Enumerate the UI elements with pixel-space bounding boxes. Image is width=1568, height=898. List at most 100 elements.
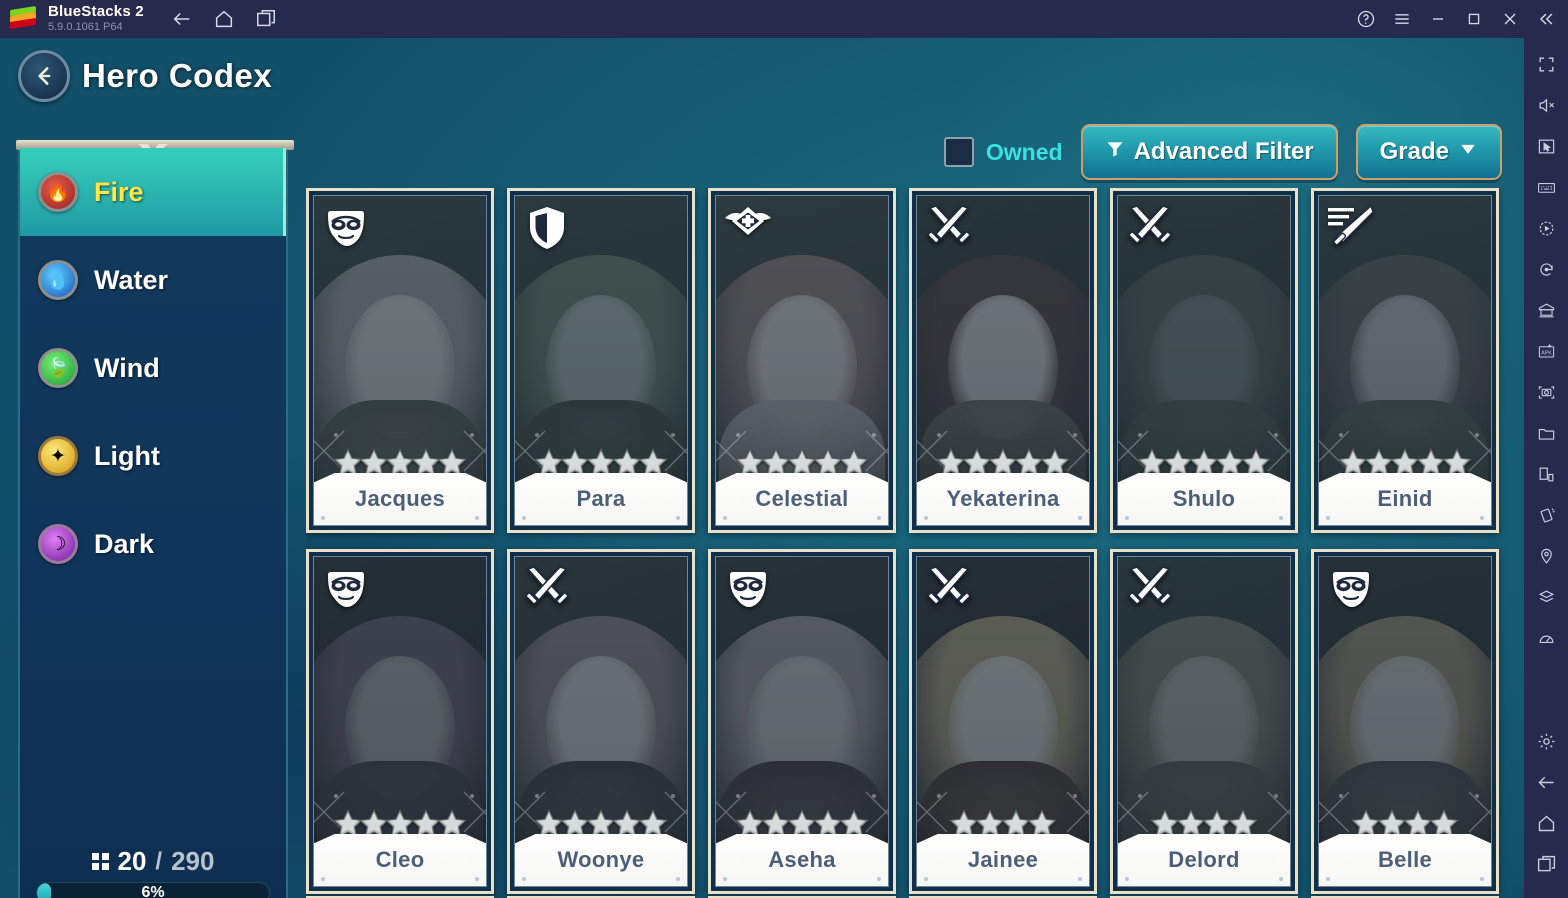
sidebar-item-dark[interactable]: ☽ Dark — [20, 500, 286, 588]
winged-cross-icon — [722, 202, 774, 254]
hero-card[interactable]: Woonye — [507, 549, 695, 894]
hero-card[interactable]: Yekaterina — [909, 188, 1097, 533]
hero-card[interactable]: Delord — [1110, 549, 1298, 894]
filter-bar: Owned Advanced Filter Grade — [943, 124, 1502, 180]
star-icon — [1027, 808, 1057, 838]
hamburger-menu-icon[interactable] — [1386, 5, 1418, 33]
hero-name: Para — [576, 486, 626, 511]
card-frame: Aseha — [715, 556, 889, 887]
star-icon — [437, 447, 467, 477]
advanced-filter-label: Advanced Filter — [1133, 138, 1314, 165]
gauge-icon[interactable] — [1526, 618, 1566, 659]
maximize-icon[interactable] — [1458, 5, 1490, 33]
layers-icon[interactable] — [1526, 577, 1566, 618]
wind-orb-icon: 🍃 — [38, 348, 78, 388]
sidebar-item-fire[interactable]: 🔥 Fire — [20, 148, 286, 236]
card-frame: Cleo — [313, 556, 487, 887]
hero-name: Jainee — [967, 847, 1039, 872]
hero-name: Yekaterina — [946, 486, 1060, 511]
hero-card[interactable]: Jainee — [909, 549, 1097, 894]
star-icon — [1241, 447, 1271, 477]
star-icon — [839, 808, 869, 838]
hero-card[interactable]: Celestial — [708, 188, 896, 533]
sidebar-item-label: Dark — [94, 528, 155, 559]
play-circle-icon[interactable] — [1526, 208, 1566, 249]
card-frame: Einid — [1318, 195, 1492, 526]
hero-card[interactable]: Aseha — [708, 549, 896, 894]
page-header: Hero Codex — [18, 50, 272, 102]
back-arrow-icon[interactable] — [18, 50, 70, 102]
fire-orb-icon: 🔥 — [38, 172, 78, 212]
star-icon — [437, 808, 467, 838]
hero-name-banner: Jainee — [917, 834, 1089, 886]
game-viewport: Hero Codex Owned Advanced Filter Grade 🔥… — [0, 38, 1524, 898]
crossed-swords-icon — [521, 563, 573, 615]
water-orb-icon: 💧 — [38, 260, 78, 300]
hero-card-grid: Jacques Para Celestial Yekaterina Shulo … — [306, 188, 1512, 898]
hero-name: Cleo — [375, 847, 425, 872]
double-chevron-left-icon[interactable] — [1530, 5, 1562, 33]
speaker-mute-icon[interactable] — [1526, 85, 1566, 126]
hero-name-banner: Aseha — [716, 834, 888, 886]
hero-card[interactable]: Para — [507, 188, 695, 533]
keyboard-icon[interactable] — [1526, 167, 1566, 208]
rotate-icon[interactable] — [1526, 249, 1566, 290]
grid-icon — [91, 853, 109, 870]
fullscreen-icon[interactable] — [1526, 44, 1566, 85]
apk-icon[interactable]: APK — [1526, 331, 1566, 372]
mask-icon — [1325, 563, 1377, 615]
cursor-box-icon[interactable] — [1526, 126, 1566, 167]
gear-icon[interactable] — [1526, 721, 1566, 762]
windows-icon[interactable] — [1526, 844, 1566, 885]
count-separator: / — [155, 847, 163, 875]
grade-sort-button[interactable]: Grade — [1355, 124, 1502, 180]
hero-card[interactable]: Belle — [1311, 549, 1499, 894]
checkbox-box[interactable] — [943, 137, 974, 167]
arrow-left-icon[interactable] — [1526, 762, 1566, 803]
owned-filter-label: Owned — [985, 138, 1063, 165]
card-frame: Para — [514, 195, 688, 526]
sidebar-item-label: Wind — [94, 352, 160, 383]
minimize-icon[interactable] — [1422, 5, 1454, 33]
hero-name-banner: Celestial — [716, 473, 888, 525]
progress-percent-label: 6% — [141, 884, 165, 898]
location-pin-icon[interactable] — [1526, 536, 1566, 577]
chevron-down-icon — [1458, 138, 1478, 166]
hero-card[interactable]: Shulo — [1110, 188, 1298, 533]
sidebar-item-light[interactable]: ✦ Light — [20, 412, 286, 500]
windows-icon[interactable] — [250, 5, 282, 33]
star-icon — [638, 447, 668, 477]
crossed-swords-icon — [1124, 563, 1176, 615]
home-icon[interactable] — [208, 5, 240, 33]
arrow-left-icon[interactable] — [166, 5, 198, 33]
hero-name-banner: Belle — [1319, 834, 1491, 886]
collection-progress: 20 / 290 6% — [20, 846, 286, 898]
folder-icon[interactable] — [1526, 413, 1566, 454]
owned-count: 20 — [117, 846, 147, 876]
close-icon[interactable] — [1494, 5, 1526, 33]
card-frame: Shulo — [1117, 195, 1291, 526]
home-icon[interactable] — [1526, 803, 1566, 844]
owned-filter-checkbox[interactable]: Owned — [943, 137, 1063, 167]
advanced-filter-button[interactable]: Advanced Filter — [1080, 124, 1338, 180]
help-circle-icon[interactable] — [1350, 5, 1382, 33]
instance-icon[interactable] — [1526, 454, 1566, 495]
grade-label: Grade — [1379, 138, 1449, 165]
hero-name-banner: Einid — [1319, 473, 1491, 525]
hero-card[interactable]: Jacques — [306, 188, 494, 533]
hero-card[interactable]: Einid — [1311, 188, 1499, 533]
total-count: 290 — [171, 846, 215, 876]
camera-icon[interactable] — [1526, 372, 1566, 413]
page-title: Hero Codex — [82, 57, 273, 94]
hero-name-banner: Cleo — [314, 834, 486, 886]
mask-icon — [320, 563, 372, 615]
hero-card[interactable]: Cleo — [306, 549, 494, 894]
sidebar-item-water[interactable]: 💧 Water — [20, 236, 286, 324]
sidebar-item-wind[interactable]: 🍃 Wind — [20, 324, 286, 412]
bluestacks-toolbar: APK — [1524, 38, 1568, 898]
star-icon — [638, 808, 668, 838]
element-sidebar: 🔥 Fire 💧 Water 🍃 Wind ✦ Light ☽ Dark 20 / 290 6% — [16, 140, 294, 898]
shake-icon[interactable] — [1526, 495, 1566, 536]
app-store-icon[interactable] — [1526, 290, 1566, 331]
element-list: 🔥 Fire 💧 Water 🍃 Wind ✦ Light ☽ Dark — [20, 148, 286, 588]
